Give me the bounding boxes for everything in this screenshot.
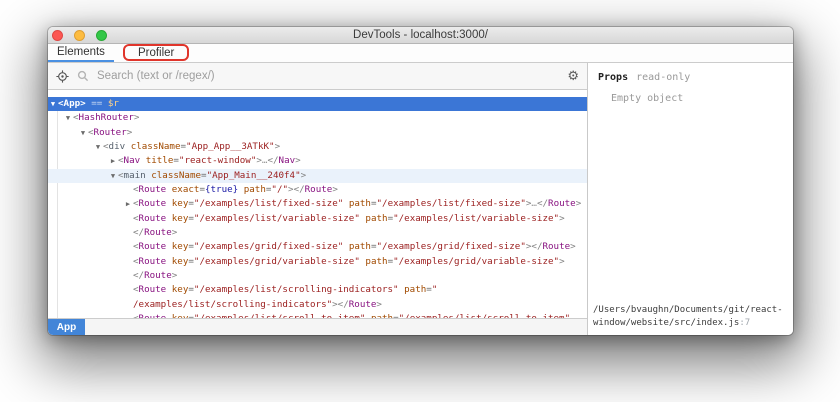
traffic-lights: [52, 27, 107, 43]
source-path-line2: window/website/src/index.js: [593, 318, 740, 328]
settings-gear-icon[interactable]: ⚙: [567, 70, 579, 83]
expand-arrow-icon[interactable]: ▶: [108, 154, 118, 168]
row-indent: [48, 283, 123, 297]
tab-profiler-label: Profiler: [137, 47, 175, 59]
row-indent: [48, 183, 123, 197]
expand-arrow-placeholder: [123, 298, 133, 312]
row-indent: [48, 240, 123, 254]
row-code: <Router>: [88, 126, 133, 138]
tree-row[interactable]: ▼ <App> == $r: [48, 97, 587, 112]
row-code: <div className="App_App__3ATkK">: [103, 140, 281, 152]
search-icon: [77, 70, 89, 82]
app-badge[interactable]: App: [48, 319, 85, 335]
row-indent: [48, 212, 123, 226]
source-path[interactable]: /Users/bvaughn/Documents/git/react- wind…: [588, 302, 793, 335]
row-indent: [48, 111, 63, 125]
expand-arrow-placeholder: [123, 255, 133, 269]
tree-row[interactable]: <Route key="/examples/list/scrolling-ind…: [48, 283, 587, 297]
expand-arrow-placeholder: [123, 183, 133, 197]
tree-row[interactable]: ▼ <div className="App_App__3ATkK">: [48, 140, 587, 154]
tree-row[interactable]: </Route>: [48, 226, 587, 240]
row-indent: [48, 269, 123, 283]
row-code: <Route key="/examples/list/scroll-to-ite…: [133, 312, 570, 318]
row-code: <Route key="/examples/grid/variable-size…: [133, 255, 565, 267]
row-indent: [48, 312, 123, 318]
expand-arrow-icon[interactable]: ▼: [78, 126, 88, 140]
row-code: <Route key="/examples/grid/fixed-size" p…: [133, 241, 576, 253]
expand-arrow-icon[interactable]: ▼: [48, 97, 58, 111]
row-indent: [48, 140, 93, 154]
tree-row[interactable]: ▶ <Route key="/examples/list/fixed-size" …: [48, 197, 587, 211]
tab-elements[interactable]: Elements: [48, 44, 114, 62]
tree-row[interactable]: <Route key="/examples/list/variable-size…: [48, 212, 587, 226]
expand-arrow-icon[interactable]: ▼: [63, 111, 73, 125]
row-code: <main className="App_Main__240f4">: [118, 169, 307, 181]
expand-arrow-icon[interactable]: ▼: [93, 140, 103, 154]
tab-profiler[interactable]: Profiler: [122, 44, 190, 62]
close-window-button[interactable]: [52, 29, 63, 41]
content-area: ⚙ ▼<App> == $r▼<HashRouter>▼<Router>▼<di…: [48, 63, 793, 335]
inspect-element-icon[interactable]: [56, 69, 69, 83]
row-code: </Route>: [133, 226, 178, 238]
tree-row[interactable]: <Route exact={true} path="/"></Route>: [48, 183, 587, 197]
source-line-number: :7: [739, 318, 751, 328]
tree-row[interactable]: <Route key="/examples/list/scroll-to-ite…: [48, 312, 587, 318]
row-code: <Route key="/examples/list/fixed-size" p…: [133, 198, 582, 210]
tree-row[interactable]: <Route key="/examples/grid/variable-size…: [48, 255, 587, 269]
search-bar: ⚙: [48, 63, 587, 90]
minimize-window-button[interactable]: [74, 29, 85, 41]
props-header: Props read-only: [598, 72, 783, 83]
expand-arrow-icon[interactable]: ▼: [108, 169, 118, 183]
tree-row[interactable]: ▼ <Router>: [48, 126, 587, 140]
row-code: /examples/list/scrolling-indicators"></R…: [133, 298, 382, 310]
tab-bar: Elements Profiler: [48, 44, 793, 63]
tree-row[interactable]: <Route key="/examples/grid/fixed-size" p…: [48, 240, 587, 254]
row-indent: [48, 226, 123, 240]
row-code: <App> == $r: [58, 98, 119, 109]
title-bar: DevTools - localhost:3000/: [48, 27, 793, 44]
row-indent: [48, 298, 123, 312]
expand-arrow-placeholder: [123, 283, 133, 297]
props-empty-state: Empty object: [611, 93, 684, 104]
expand-arrow-placeholder: [123, 212, 133, 226]
row-code: <Route key="/examples/list/variable-size…: [133, 212, 565, 224]
row-code: <Route exact={true} path="/"></Route>: [133, 183, 338, 195]
props-readonly-label: read-only: [636, 72, 691, 83]
props-panel: Props read-only Empty object /Users/bvaug…: [588, 63, 793, 335]
search-input[interactable]: [97, 70, 560, 82]
elements-tree: ▼ <App> == $r ▼ <HashRouter> ▼ <Router> ▼ <div …: [48, 90, 587, 318]
elements-panel: ⚙ ▼<App> == $r▼<HashRouter>▼<Router>▼<di…: [48, 63, 587, 335]
row-indent: [48, 255, 123, 269]
footer-bar: App: [48, 318, 587, 335]
expand-arrow-icon[interactable]: ▶: [123, 197, 133, 211]
devtools-window: DevTools - localhost:3000/ Elements Prof…: [48, 27, 793, 335]
row-code: <Route key="/examples/list/scrolling-ind…: [133, 284, 438, 296]
expand-arrow-placeholder: [123, 269, 133, 283]
tree-row[interactable]: </Route>: [48, 269, 587, 283]
tree-row[interactable]: ▼ <main className="App_Main__240f4">: [48, 168, 587, 183]
expand-arrow-placeholder: [123, 240, 133, 254]
row-code: <Nav title="react-window">…</Nav>: [118, 155, 301, 167]
expand-arrow-placeholder: [123, 226, 133, 240]
tree-row[interactable]: ▶ <Nav title="react-window">…</Nav>: [48, 154, 587, 168]
expand-arrow-placeholder: [123, 312, 133, 318]
row-code: <HashRouter>: [73, 112, 140, 124]
row-indent: [48, 197, 123, 211]
row-code: </Route>: [133, 269, 178, 281]
window-title: DevTools - localhost:3000/: [353, 29, 488, 41]
tab-elements-label: Elements: [57, 46, 105, 58]
row-indent: [48, 154, 108, 168]
row-indent: [48, 169, 108, 183]
tree-row[interactable]: /examples/list/scrolling-indicators"></R…: [48, 298, 587, 312]
row-indent: [48, 126, 78, 140]
zoom-window-button[interactable]: [96, 29, 107, 41]
source-path-line1: /Users/bvaughn/Documents/git/react-: [593, 305, 783, 315]
tree-row[interactable]: ▼ <HashRouter>: [48, 111, 587, 125]
props-title: Props: [598, 72, 629, 83]
screenshot-stage: DevTools - localhost:3000/ Elements Prof…: [0, 0, 840, 402]
